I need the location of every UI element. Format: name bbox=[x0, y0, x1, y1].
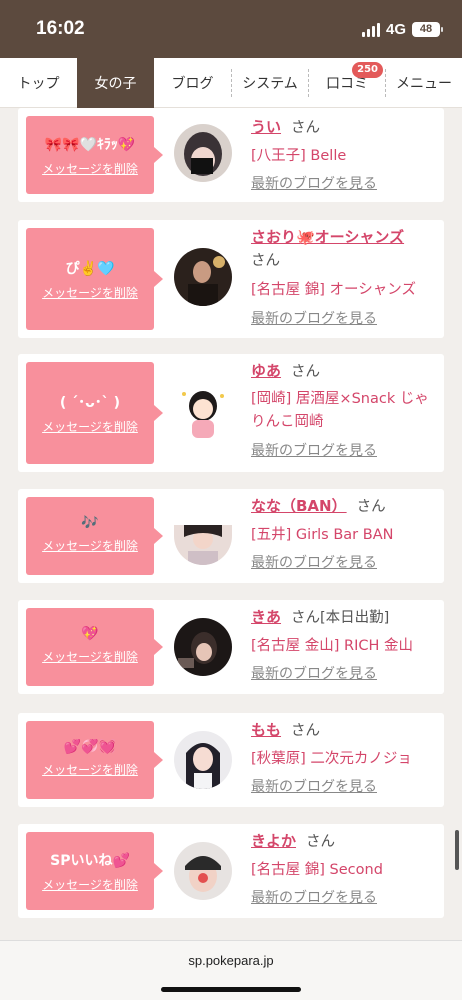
message-box: ぴ✌️🩵 メッセージを削除 bbox=[26, 228, 163, 330]
honorific: さん bbox=[306, 834, 336, 850]
girl-info: きあ さん[本日出勤] [名古屋 金山] RICH 金山 最新のブログを見る bbox=[251, 606, 437, 686]
delete-message-link[interactable]: メッセージを削除 bbox=[26, 160, 154, 177]
message-text: ぴ✌️🩵 bbox=[65, 261, 115, 277]
list-item: SPいいね💕 メッセージを削除 きよか さん [名古屋 錦] Second 最新の… bbox=[18, 824, 444, 918]
list-item: 💕💞💓 メッセージを削除 もも さん [秋葉原] 二次元カノジョ 最新のブログを見… bbox=[18, 713, 444, 807]
message-box: 💕💞💓 メッセージを削除 bbox=[26, 721, 163, 799]
message-text: 🎀🎀🤍ｷﾗｯ💖 bbox=[44, 137, 136, 153]
girl-name-link[interactable]: うい bbox=[251, 118, 281, 136]
shop-name[interactable]: [秋葉原] 二次元カノジョ bbox=[251, 748, 437, 771]
latest-blog-link[interactable]: 最新のブログを見る bbox=[251, 173, 437, 196]
avatar[interactable] bbox=[174, 382, 232, 440]
battery-icon: 48 bbox=[412, 22, 443, 37]
girl-info: きよか さん [名古屋 錦] Second 最新のブログを見る bbox=[251, 830, 437, 910]
honorific: さん bbox=[291, 364, 321, 380]
message-box: 💖 メッセージを削除 bbox=[26, 608, 163, 686]
tab-system[interactable]: システム bbox=[232, 58, 308, 108]
latest-blog-link[interactable]: 最新のブログを見る bbox=[251, 663, 437, 686]
delete-message-link[interactable]: メッセージを削除 bbox=[26, 418, 154, 435]
tab-label: システム bbox=[242, 76, 298, 92]
list-item: ( ´･ᴗ･` ) メッセージを削除 ゆあ さん [岡崎] 居酒屋×Snack じ… bbox=[18, 354, 444, 472]
message-text: SPいいね💕 bbox=[50, 853, 130, 869]
honorific: さん[本日出勤] bbox=[291, 610, 390, 626]
girl-name-link[interactable]: なな（BAN） bbox=[251, 497, 347, 515]
tab-label: ブログ bbox=[171, 76, 214, 92]
shop-name[interactable]: [八王子] Belle bbox=[251, 145, 437, 168]
list-item: 💖 メッセージを削除 きあ さん[本日出勤] [名古屋 金山] RICH 金山 最… bbox=[18, 600, 444, 694]
message-text: 💖 bbox=[81, 626, 99, 642]
main-nav: トップ 女の子 ブログ システム 口コミ 250 メニュー bbox=[0, 58, 462, 108]
status-bar: 16:02 4G 48 bbox=[0, 0, 462, 58]
url-label[interactable]: sp.pokepara.jp bbox=[0, 953, 462, 968]
shop-name[interactable]: [岡崎] 居酒屋×Snack じゃりんこ岡崎 bbox=[251, 388, 437, 434]
delete-message-link[interactable]: メッセージを削除 bbox=[26, 284, 154, 301]
signal-icon bbox=[361, 22, 380, 37]
message-text: ( ´･ᴗ･` ) bbox=[59, 395, 121, 411]
tab-reviews[interactable]: 口コミ 250 bbox=[309, 58, 385, 108]
message-box: ( ´･ᴗ･` ) メッセージを削除 bbox=[26, 362, 163, 464]
avatar[interactable] bbox=[174, 124, 232, 182]
honorific: さん bbox=[291, 723, 321, 739]
review-count-badge: 250 bbox=[352, 62, 383, 78]
girl-info: なな（BAN） さん [五井] Girls Bar BAN 最新のブログを見る bbox=[251, 495, 437, 575]
tab-girls[interactable]: 女の子 bbox=[77, 58, 154, 108]
message-box: SPいいね💕 メッセージを削除 bbox=[26, 832, 163, 910]
list-item: ぴ✌️🩵 メッセージを削除 さおり🐙オーシャンズ さん [名古屋 錦] オーシャ… bbox=[18, 220, 444, 338]
girl-info: さおり🐙オーシャンズ さん [名古屋 錦] オーシャンズ 最新のブログを見る bbox=[251, 226, 437, 331]
girl-name-link[interactable]: もも bbox=[251, 721, 281, 739]
scrollbar[interactable] bbox=[455, 830, 459, 870]
browser-bar: sp.pokepara.jp bbox=[0, 940, 462, 1000]
delete-message-link[interactable]: メッセージを削除 bbox=[26, 876, 154, 893]
honorific: さん bbox=[291, 120, 321, 136]
list-item: 🎀🎀🤍ｷﾗｯ💖 メッセージを削除 うい さん [八王子] Belle 最新のブログ… bbox=[18, 108, 444, 202]
latest-blog-link[interactable]: 最新のブログを見る bbox=[251, 440, 437, 463]
shop-name[interactable]: [名古屋 金山] RICH 金山 bbox=[251, 635, 437, 658]
network-type: 4G bbox=[385, 21, 406, 38]
avatar[interactable] bbox=[174, 618, 232, 676]
avatar[interactable] bbox=[174, 248, 232, 306]
delete-message-link[interactable]: メッセージを削除 bbox=[26, 648, 154, 665]
home-indicator[interactable] bbox=[161, 987, 301, 992]
honorific: さん bbox=[251, 253, 280, 269]
shop-name[interactable]: [五井] Girls Bar BAN bbox=[251, 524, 437, 547]
latest-blog-link[interactable]: 最新のブログを見る bbox=[251, 887, 437, 910]
latest-blog-link[interactable]: 最新のブログを見る bbox=[251, 308, 437, 331]
latest-blog-link[interactable]: 最新のブログを見る bbox=[251, 776, 437, 799]
girl-name-link[interactable]: きよか bbox=[251, 832, 296, 850]
girl-name-link[interactable]: さおり🐙オーシャンズ bbox=[251, 228, 404, 246]
message-text: 💕💞💓 bbox=[63, 739, 117, 755]
tab-top[interactable]: トップ bbox=[0, 58, 77, 108]
girl-info: もも さん [秋葉原] 二次元カノジョ 最新のブログを見る bbox=[251, 719, 437, 799]
tab-label: 女の子 bbox=[94, 76, 137, 92]
avatar[interactable] bbox=[174, 842, 232, 900]
tab-menu[interactable]: メニュー bbox=[386, 58, 462, 108]
honorific: さん bbox=[356, 499, 386, 515]
girl-name-link[interactable]: ゆあ bbox=[251, 362, 281, 380]
message-box: 🎀🎀🤍ｷﾗｯ💖 メッセージを削除 bbox=[26, 116, 163, 194]
avatar[interactable] bbox=[174, 731, 232, 789]
delete-message-link[interactable]: メッセージを削除 bbox=[26, 761, 154, 778]
latest-blog-link[interactable]: 最新のブログを見る bbox=[251, 552, 437, 575]
list-item: 🎶 メッセージを削除 なな（BAN） さん [五井] Girls Bar BAN … bbox=[18, 489, 444, 583]
tab-blog[interactable]: ブログ bbox=[154, 58, 231, 108]
shop-name[interactable]: [名古屋 錦] Second bbox=[251, 859, 437, 882]
tab-label: メニュー bbox=[396, 76, 452, 92]
status-indicators: 4G 48 bbox=[361, 21, 443, 38]
message-box: 🎶 メッセージを削除 bbox=[26, 497, 163, 575]
avatar[interactable] bbox=[174, 525, 232, 565]
status-time: 16:02 bbox=[36, 18, 85, 39]
shop-name[interactable]: [名古屋 錦] オーシャンズ bbox=[251, 279, 437, 302]
message-text: 🎶 bbox=[81, 515, 99, 531]
girl-info: うい さん [八王子] Belle 最新のブログを見る bbox=[251, 116, 437, 196]
girl-info: ゆあ さん [岡崎] 居酒屋×Snack じゃりんこ岡崎 最新のブログを見る bbox=[251, 360, 437, 463]
tab-label: トップ bbox=[17, 76, 60, 92]
delete-message-link[interactable]: メッセージを削除 bbox=[26, 537, 154, 554]
girl-name-link[interactable]: きあ bbox=[251, 608, 281, 626]
